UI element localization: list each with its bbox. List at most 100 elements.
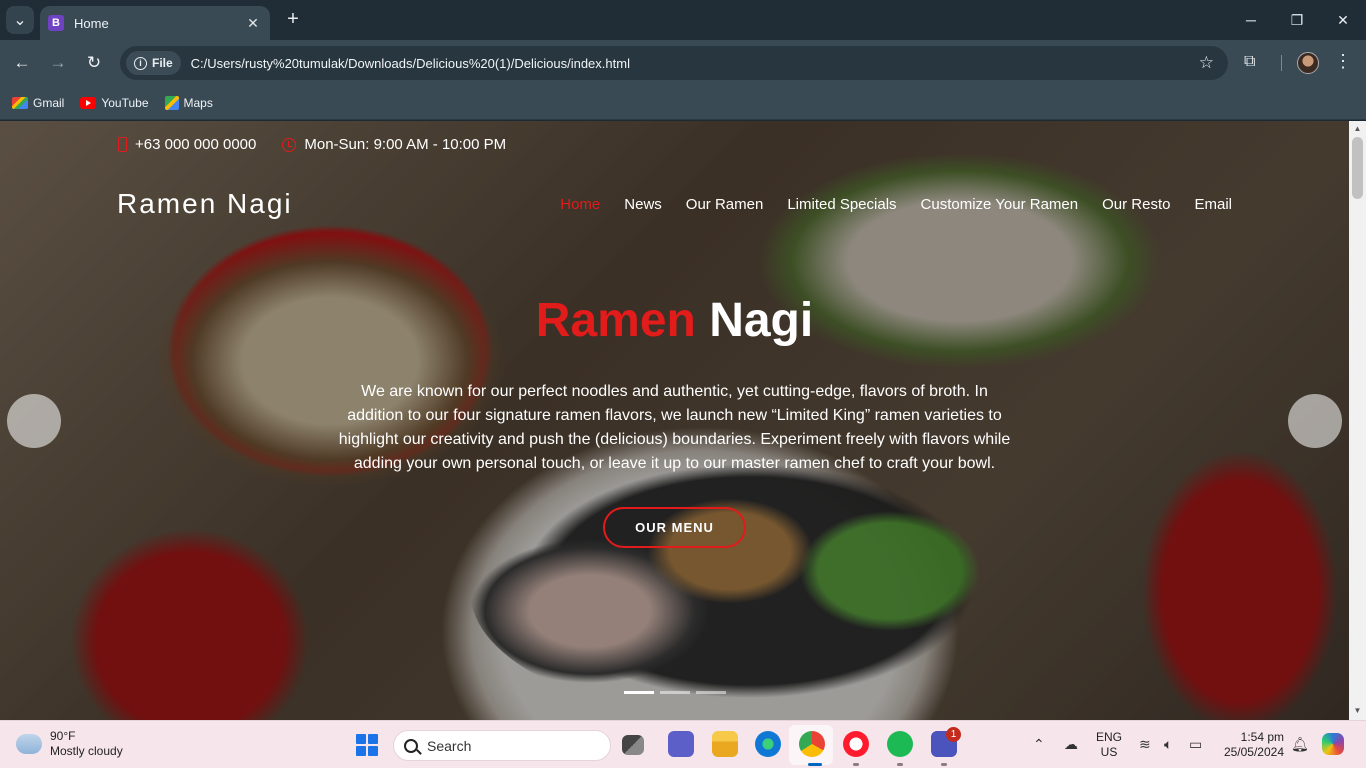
maps-icon (164, 95, 179, 110)
profile-avatar[interactable] (1297, 52, 1319, 74)
nav-email[interactable]: Email (1194, 196, 1232, 213)
notification-bell-icon[interactable]: 🔔︎ (1291, 736, 1309, 753)
new-tab-icon[interactable]: + (282, 8, 304, 31)
windows-taskbar: 90°F Mostly cloudy Search 1 ⌃ ☁ ENG US ≋… (0, 720, 1366, 768)
phone-text: +63 000 000 0000 (135, 136, 257, 153)
hours-info: Mon-Sun: 9:00 AM - 10:00 PM (282, 136, 506, 153)
forward-icon[interactable]: → (46, 51, 70, 75)
bookmark-youtube[interactable]: YouTube (80, 95, 149, 110)
bookmarks-bar: Gmail YouTube Maps (0, 86, 1366, 120)
taskbar-search[interactable]: Search (393, 730, 611, 761)
scroll-thumb[interactable] (1352, 137, 1363, 199)
teams-notification-badge: 1 (946, 727, 961, 742)
clock-time: 1:54 pm (1240, 730, 1284, 744)
edge-browser-icon[interactable] (755, 731, 781, 757)
weather-temp: 90°F (50, 729, 76, 743)
scroll-down-arrow-icon[interactable]: ▼ (1353, 706, 1362, 716)
clock[interactable]: 1:54 pm 25/05/2024 (1218, 730, 1284, 760)
onedrive-cloud-icon[interactable]: ☁ (1064, 736, 1078, 753)
nav-limited-specials[interactable]: Limited Specials (787, 196, 896, 213)
more-menu-icon[interactable]: ⋮ (1334, 51, 1352, 72)
spotify-running-indicator (897, 763, 903, 766)
nav-our-ramen[interactable]: Our Ramen (686, 196, 764, 213)
tab-title: Home (74, 15, 109, 31)
tab-search-button[interactable]: ⌄ (6, 6, 34, 34)
page-viewport: +63 000 000 0000 Mon-Sun: 9:00 AM - 10:0… (0, 121, 1349, 720)
site-logo[interactable]: Ramen Nagi (117, 188, 293, 220)
cloudy-weather-icon (13, 730, 42, 754)
file-chip-label: File (152, 56, 173, 70)
browser-toolbar: ← → ↻ i File C:/Users/rusty%20tumulak/Do… (0, 40, 1366, 86)
hero-description: We are known for our perfect noodles and… (338, 383, 1011, 472)
contact-topbar: +63 000 000 0000 Mon-Sun: 9:00 AM - 10:0… (118, 136, 506, 153)
taskbar-search-placeholder: Search (427, 737, 472, 754)
start-windows-icon[interactable] (356, 734, 378, 756)
carousel-prev-button[interactable] (7, 394, 61, 448)
site-info-chip[interactable]: i File (126, 51, 181, 75)
clock-date: 25/05/2024 (1223, 745, 1284, 759)
carousel-indicator-3[interactable] (696, 691, 726, 694)
task-view-icon[interactable] (622, 735, 644, 755)
phone-icon (118, 137, 127, 152)
copilot-icon[interactable] (1322, 733, 1344, 755)
url-text[interactable]: C:/Users/rusty%20tumulak/Downloads/Delic… (191, 56, 1199, 71)
carousel-indicator-1[interactable] (624, 691, 654, 694)
chrome-running-indicator (808, 763, 822, 766)
file-explorer-icon[interactable] (712, 731, 738, 757)
teams-running-indicator (941, 763, 947, 766)
bookmark-label: Gmail (33, 95, 65, 110)
bookmark-star-icon[interactable]: ☆ (1199, 53, 1214, 73)
reload-icon[interactable]: ↻ (82, 51, 106, 75)
hero-title: Ramen Nagi (0, 293, 1349, 348)
clock-icon (282, 137, 297, 152)
bookmark-maps[interactable]: Maps (164, 95, 213, 110)
spotify-icon[interactable] (887, 731, 913, 757)
bookmark-gmail[interactable]: Gmail (12, 96, 64, 110)
chrome-icon[interactable] (799, 731, 825, 757)
hero-title-accent: Ramen (535, 294, 696, 347)
volume-icon[interactable]: 🔈︎ (1164, 736, 1172, 753)
minimize-icon[interactable]: ─ (1228, 6, 1274, 34)
close-window-icon[interactable]: ✕ (1320, 6, 1366, 34)
weather-widget[interactable]: 90°F Mostly cloudy (13, 729, 123, 759)
hero-title-rest: Nagi (709, 294, 814, 347)
browser-tab-home[interactable]: B Home ✕ (40, 6, 270, 40)
extensions-icon[interactable]: ⧉ (1244, 53, 1255, 71)
gmail-icon (12, 96, 28, 109)
opera-running-indicator (853, 763, 859, 766)
bookmark-label: YouTube (101, 95, 149, 110)
info-icon: i (134, 56, 147, 70)
language-indicator[interactable]: ENG US (1096, 730, 1122, 760)
scroll-up-arrow-icon[interactable]: ▲ (1353, 124, 1362, 134)
address-bar[interactable]: i File C:/Users/rusty%20tumulak/Download… (120, 46, 1228, 80)
page-scrollbar[interactable]: ▲ ▼ (1349, 121, 1366, 720)
search-icon (404, 738, 418, 753)
toolbar-divider (1281, 55, 1282, 71)
back-icon[interactable]: ← (10, 51, 34, 75)
lang-region: US (1100, 745, 1118, 759)
opera-icon[interactable] (843, 731, 869, 757)
lang-primary: ENG (1096, 730, 1123, 744)
hours-text: Mon-Sun: 9:00 AM - 10:00 PM (304, 136, 507, 153)
phone-info: +63 000 000 0000 (118, 136, 256, 153)
close-tab-icon[interactable]: ✕ (244, 15, 262, 32)
nav-our-resto[interactable]: Our Resto (1102, 196, 1170, 213)
show-hidden-icons-chevron-icon[interactable]: ⌃ (1033, 736, 1045, 753)
wifi-icon[interactable]: ≋ (1139, 736, 1151, 753)
teams-chat-icon[interactable] (668, 731, 694, 757)
youtube-icon (80, 96, 97, 109)
our-menu-button[interactable]: OUR MENU (603, 507, 746, 548)
weather-desc: Mostly cloudy (50, 744, 123, 758)
bootstrap-favicon-icon: B (48, 15, 64, 31)
restore-icon[interactable]: ❐ (1274, 6, 1320, 34)
bookmark-label: Maps (183, 95, 213, 110)
battery-icon[interactable]: ▭ (1189, 736, 1202, 753)
main-nav: Home News Our Ramen Limited Specials Cus… (560, 196, 1232, 213)
nav-customize-your-ramen[interactable]: Customize Your Ramen (921, 196, 1079, 213)
nav-home[interactable]: Home (560, 196, 600, 213)
carousel-next-button[interactable] (1288, 394, 1342, 448)
carousel-indicators (624, 691, 726, 694)
carousel-indicator-2[interactable] (660, 691, 690, 694)
nav-news[interactable]: News (624, 196, 662, 213)
browser-tab-bar: ⌄ B Home ✕ + ─ ❐ ✕ (0, 0, 1366, 40)
